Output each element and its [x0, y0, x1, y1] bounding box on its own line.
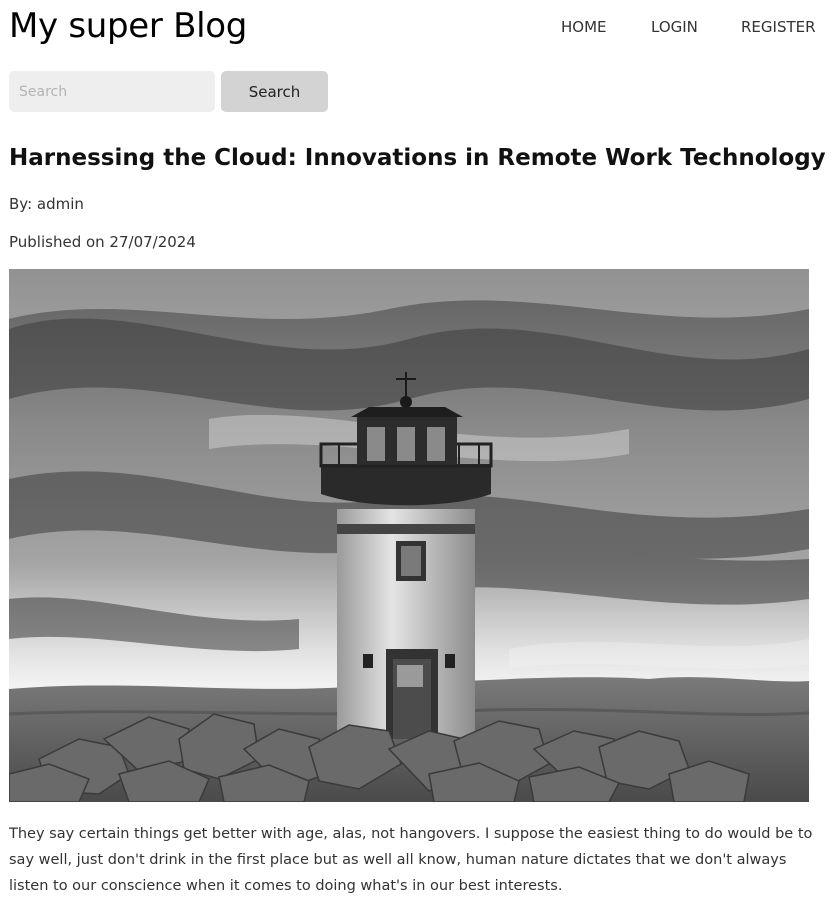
post-excerpt: They say certain things get better with …: [9, 826, 813, 894]
search-input[interactable]: [9, 71, 215, 112]
main-nav: HOME LOGIN REGISTER: [0, 18, 835, 38]
post-title[interactable]: Harnessing the Cloud: Innovations in Rem…: [9, 145, 826, 171]
post-author: By: admin: [9, 195, 84, 213]
nav-link-login[interactable]: LOGIN: [651, 18, 698, 36]
nav-link-home[interactable]: HOME: [561, 18, 607, 36]
post-featured-image: [9, 269, 809, 802]
nav-link-register[interactable]: REGISTER: [741, 18, 816, 36]
site-header: My super Blog HOME LOGIN REGISTER: [0, 0, 835, 60]
post-date: Published on 27/07/2024: [9, 233, 196, 251]
search-button[interactable]: Search: [221, 71, 328, 112]
